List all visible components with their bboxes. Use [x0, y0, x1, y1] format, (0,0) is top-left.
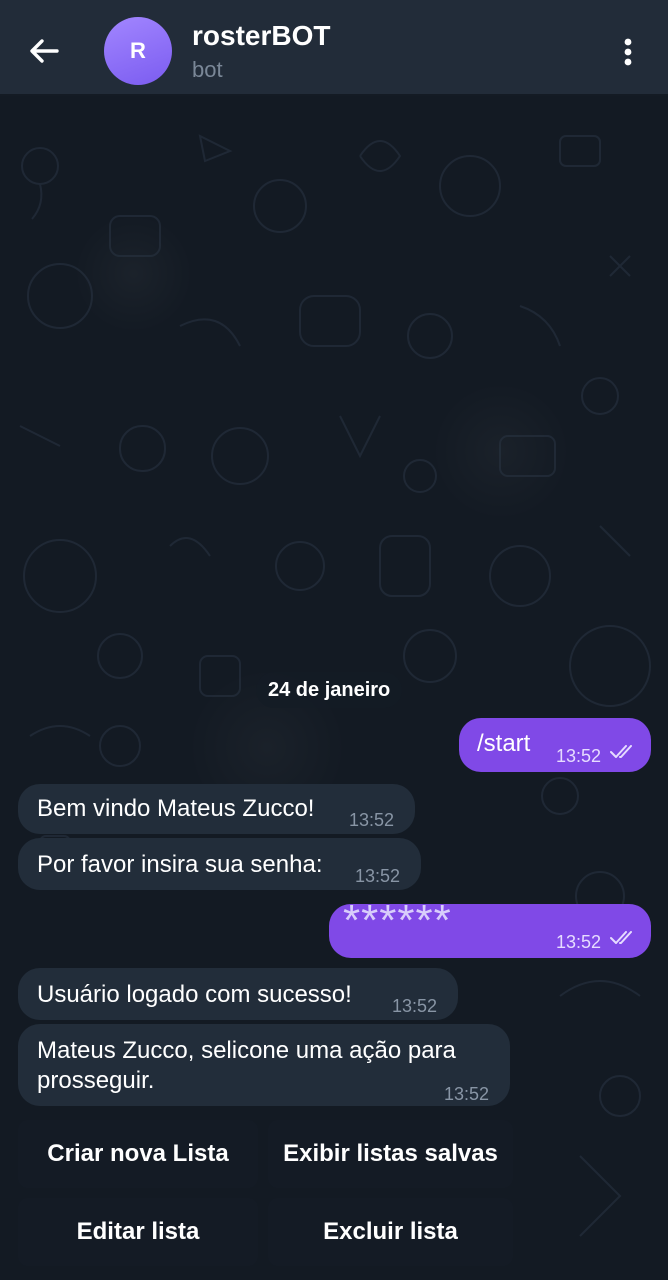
- message-outgoing[interactable]: /start 13:52: [459, 718, 651, 772]
- back-button[interactable]: [18, 28, 70, 74]
- message-incoming[interactable]: Bem vindo Mateus Zucco! 13:52: [18, 784, 415, 834]
- message-incoming[interactable]: Por favor insira sua senha: 13:52: [18, 838, 421, 890]
- message-time: 13:52: [556, 746, 602, 766]
- message-text: ******: [343, 896, 452, 945]
- message-time: 13:52: [444, 1084, 490, 1104]
- chat-area[interactable]: 24 de janeiro /start 13:52 Bem vindo Mat…: [0, 96, 668, 1280]
- chat-header: R rosterBOT bot: [0, 0, 668, 96]
- editar-lista-button[interactable]: Editar lista: [18, 1198, 258, 1266]
- date-separator: 24 de janeiro: [256, 672, 403, 708]
- message-time: 13:52: [392, 996, 438, 1016]
- more-menu-button[interactable]: [606, 30, 650, 74]
- exibir-listas-salvas-button[interactable]: Exibir listas salvas: [268, 1120, 513, 1188]
- message-time: 13:52: [355, 866, 401, 886]
- double-check-icon: [610, 931, 632, 944]
- message-incoming[interactable]: Mateus Zucco, selicone uma ação para pro…: [18, 1024, 510, 1106]
- message-outgoing[interactable]: ****** 13:52: [329, 896, 651, 958]
- message-text: Usuário logado com sucesso!: [37, 981, 352, 1008]
- message-time: 13:52: [349, 810, 395, 830]
- message-incoming[interactable]: Usuário logado com sucesso! 13:52: [18, 968, 458, 1020]
- more-vertical-icon: [624, 38, 632, 66]
- message-text: Mateus Zucco, selicone uma ação para pro…: [37, 1037, 456, 1094]
- avatar[interactable]: R: [104, 17, 172, 85]
- double-check-icon: [610, 745, 632, 758]
- chat-subtitle: bot: [192, 57, 223, 82]
- arrow-left-icon: [30, 39, 59, 63]
- excluir-lista-button[interactable]: Excluir lista: [268, 1198, 513, 1266]
- message-text: Bem vindo Mateus Zucco!: [37, 795, 315, 822]
- message-text: /start: [477, 730, 531, 757]
- message-time: 13:52: [556, 932, 602, 952]
- chat-title[interactable]: rosterBOT: [192, 20, 330, 52]
- criar-nova-lista-button[interactable]: Criar nova Lista: [18, 1120, 258, 1188]
- message-text: Por favor insira sua senha:: [37, 851, 323, 878]
